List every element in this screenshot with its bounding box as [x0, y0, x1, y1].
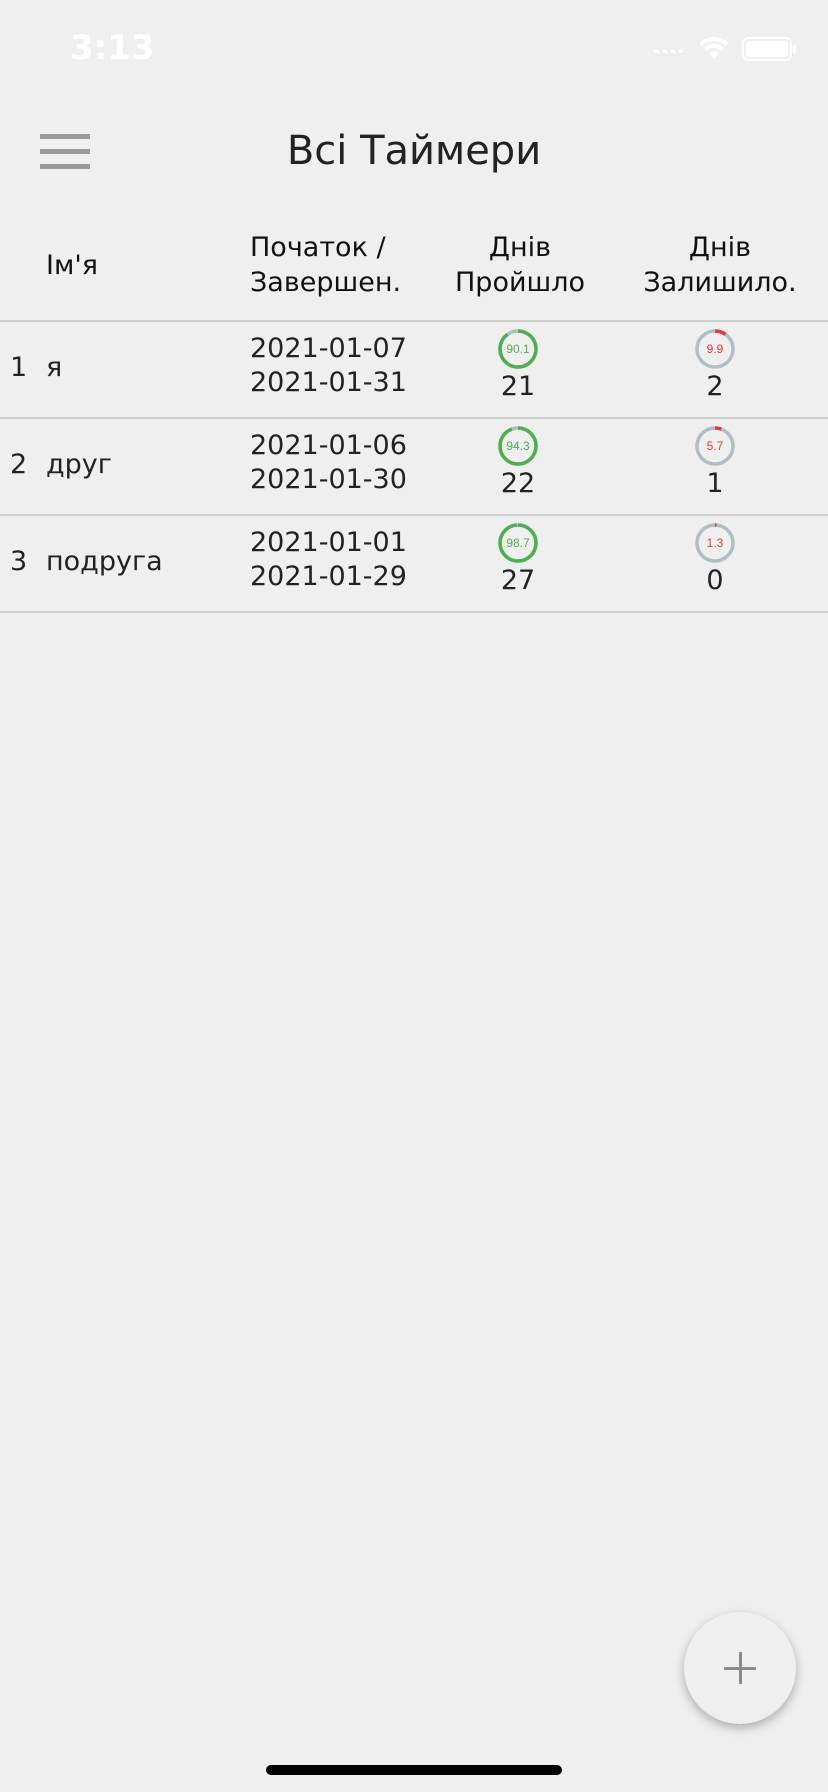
ring-percent-label: 9.9 — [707, 342, 724, 356]
row-index: 2 — [10, 449, 28, 480]
days-left-count: 0 — [706, 565, 724, 596]
add-timer-button[interactable] — [684, 1612, 796, 1724]
days-left-count: 2 — [706, 371, 724, 402]
page-title: Всі Таймери — [286, 128, 542, 174]
battery-icon — [742, 37, 796, 61]
row-index: 1 — [10, 352, 28, 383]
days-passed-count: 21 — [500, 371, 536, 402]
start-date: 2021-01-06 — [250, 430, 407, 461]
days-left-cell: 5.7 1 — [635, 425, 795, 499]
end-date: 2021-01-29 — [250, 561, 407, 592]
days-passed-count: 27 — [500, 565, 536, 596]
progress-ring-passed: 94.3 — [498, 426, 538, 466]
app-bar: Всі Таймери — [0, 110, 828, 190]
column-header-days-left: Днів Залишило. — [630, 230, 810, 300]
row-name: друг — [46, 449, 112, 480]
ring-percent-label: 1.3 — [707, 536, 724, 550]
status-icons — [654, 36, 798, 62]
row-dates: 2021-01-01 2021-01-29 — [250, 526, 407, 594]
column-header-left-line2: Залишило. — [643, 267, 797, 298]
ring-percent-label: 5.7 — [707, 439, 724, 453]
column-header-dates-line2: Завершен. — [250, 267, 402, 298]
progress-ring-passed: 98.7 — [498, 523, 538, 563]
days-passed-count: 22 — [500, 468, 536, 499]
ring-percent-label: 98.7 — [506, 536, 530, 550]
column-header-passed-line1: Днів — [488, 232, 552, 263]
days-passed-cell: 90.1 21 — [438, 328, 598, 402]
row-name: я — [46, 352, 63, 383]
column-header-left-line1: Днів — [688, 232, 752, 263]
ring-percent-label: 94.3 — [506, 439, 530, 453]
days-passed-cell: 94.3 22 — [438, 425, 598, 499]
end-date: 2021-01-31 — [250, 367, 407, 398]
days-passed-cell: 98.7 27 — [438, 522, 598, 596]
row-dates: 2021-01-06 2021-01-30 — [250, 429, 407, 497]
column-header-dates: Початок / Завершен. — [250, 230, 401, 300]
table-row[interactable]: 1 я 2021-01-07 2021-01-31 90.1 21 9.9 2 — [0, 322, 828, 419]
status-bar: 3:13 — [0, 0, 828, 100]
column-header-passed-line2: Пройшло — [455, 267, 585, 298]
column-header-name: Ім'я — [46, 250, 98, 281]
progress-ring-left: 9.9 — [695, 329, 735, 369]
days-left-count: 1 — [706, 468, 724, 499]
wifi-icon — [699, 37, 729, 59]
progress-ring-left: 1.3 — [695, 523, 735, 563]
progress-ring-left: 5.7 — [695, 426, 735, 466]
row-index: 3 — [10, 546, 28, 577]
column-header-days-passed: Днів Пройшло — [440, 230, 600, 300]
home-indicator — [266, 1765, 562, 1775]
start-date: 2021-01-01 — [250, 527, 407, 558]
timer-list: 1 я 2021-01-07 2021-01-31 90.1 21 9.9 2 … — [0, 322, 828, 613]
row-name: подруга — [46, 546, 163, 577]
row-dates: 2021-01-07 2021-01-31 — [250, 332, 407, 400]
status-time: 3:13 — [70, 28, 155, 68]
end-date: 2021-01-30 — [250, 464, 407, 495]
ring-percent-label: 90.1 — [506, 342, 530, 356]
progress-ring-passed: 90.1 — [498, 329, 538, 369]
start-date: 2021-01-07 — [250, 333, 407, 364]
signal-icon — [654, 40, 686, 58]
days-left-cell: 1.3 0 — [635, 522, 795, 596]
table-row[interactable]: 3 подруга 2021-01-01 2021-01-29 98.7 27 … — [0, 516, 828, 613]
table-header: Ім'я Початок / Завершен. Днів Пройшло Дн… — [0, 220, 828, 322]
days-left-cell: 9.9 2 — [635, 328, 795, 402]
table-row[interactable]: 2 друг 2021-01-06 2021-01-30 94.3 22 5.7… — [0, 419, 828, 516]
column-header-dates-line1: Початок / — [250, 232, 386, 263]
